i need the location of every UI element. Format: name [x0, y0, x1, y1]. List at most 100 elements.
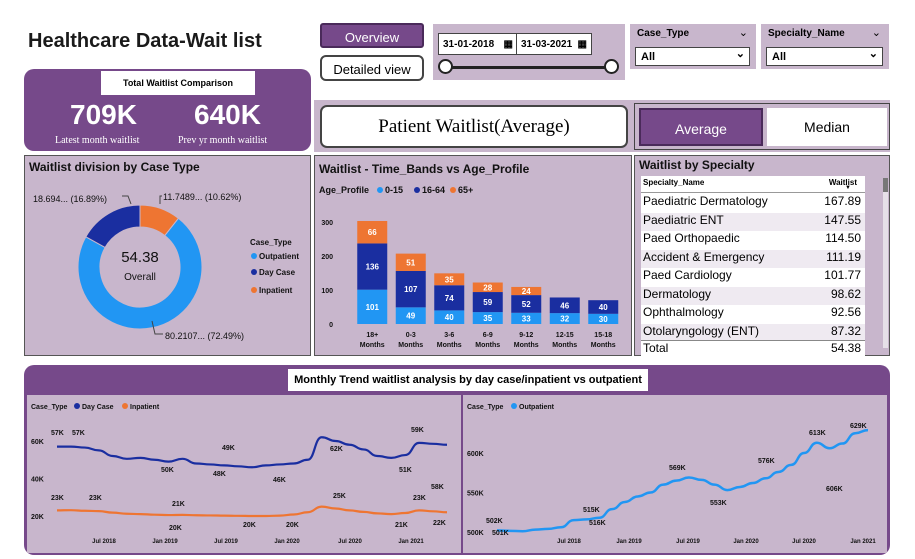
- calendar-icon[interactable]: ▦: [504, 34, 513, 56]
- legend-daycase: Day Case: [259, 268, 296, 277]
- x-tick: Jul 2020: [338, 539, 362, 545]
- donut-legend-title: Case_Type: [250, 238, 292, 247]
- legend-dot-0-15: [377, 187, 383, 193]
- average-button[interactable]: Average: [639, 108, 763, 146]
- kpi-card: Total Waitlist Comparison 709K Latest mo…: [24, 69, 311, 151]
- kpi-title: Total Waitlist Comparison: [101, 71, 255, 95]
- donut-center-label: Overall: [124, 272, 156, 283]
- table-row[interactable]: Dermatology 98.62: [641, 286, 865, 305]
- stat-toggle: Average Median: [634, 103, 890, 150]
- col-header-name[interactable]: Specialty_Name: [643, 178, 704, 187]
- chevron-down-icon[interactable]: ⌄: [872, 26, 881, 39]
- x-tick: Months: [552, 342, 577, 349]
- table-row[interactable]: Otolaryngology (ENT) 87.32: [641, 323, 865, 340]
- data-label: 23K: [413, 495, 426, 502]
- bar-data-label: 136: [366, 263, 380, 272]
- x-tick: Jul 2018: [92, 539, 116, 545]
- data-label: 49K: [222, 445, 235, 452]
- y-tick: 20K: [31, 514, 44, 521]
- bar-data-label: 52: [522, 300, 531, 309]
- case-type-label: Case_Type: [637, 28, 690, 39]
- table-row[interactable]: Paed Orthopaedic 114.50: [641, 231, 865, 249]
- bar-svg: Age_Profile 0-15 16-64 65+ 0 100 200 300 10…: [319, 185, 619, 349]
- x-tick: Jul 2020: [792, 539, 816, 545]
- legend-16-64: 16-64: [422, 185, 445, 195]
- data-label: 58K: [431, 484, 444, 491]
- donut-label-outpatient: 80.2107... (72.49%): [165, 331, 244, 341]
- x-tick: Jan 2019: [152, 539, 178, 545]
- row-value: 147.55: [824, 212, 861, 227]
- median-button[interactable]: Median: [767, 108, 887, 146]
- specialty-title: Waitlist by Specialty: [639, 158, 755, 172]
- data-label: 51K: [399, 467, 412, 474]
- trend-left-svg: Case_Type Day Case Inpatient 20K 40K 60K 57…: [31, 403, 448, 545]
- bar-data-label: 33: [522, 314, 531, 323]
- x-tick: 18+: [366, 332, 378, 339]
- latest-label: Latest month waitlist: [55, 135, 140, 146]
- end-date-input[interactable]: 31-03-2021 ▦: [516, 33, 592, 55]
- table-row[interactable]: Paediatric Dermatology 167.89: [641, 194, 865, 212]
- case-type-slicer: Case_Type ⌄ All ⌄: [630, 24, 756, 69]
- data-label: 516K: [589, 520, 606, 527]
- legend-dot-65-plus: [450, 187, 456, 193]
- x-tick: 6-9: [483, 332, 493, 339]
- inpatient-line[interactable]: [56, 505, 448, 518]
- y-tick: 300: [321, 220, 333, 227]
- bar-data-label: 51: [406, 258, 415, 267]
- end-date-handle[interactable]: [604, 59, 619, 74]
- scrollbar-track[interactable]: [883, 178, 888, 348]
- table-row[interactable]: Accident & Emergency 111.19: [641, 249, 865, 268]
- table-row[interactable]: Ophthalmology 92.56: [641, 305, 865, 323]
- y-tick: 0: [329, 322, 333, 329]
- date-range-track: [447, 66, 613, 69]
- table-row[interactable]: Paediatric ENT 147.55: [641, 212, 865, 231]
- table-row[interactable]: Paed Cardiology 101.77: [641, 268, 865, 286]
- row-name: Accident & Emergency: [643, 249, 765, 264]
- donut-slice-day-case[interactable]: [85, 204, 141, 249]
- specialty-dropdown[interactable]: All ⌄: [766, 47, 883, 66]
- data-label: 22K: [433, 520, 446, 527]
- row-value: 98.62: [830, 286, 861, 301]
- data-label: 23K: [89, 495, 102, 502]
- legend-dot-inpatient: [122, 403, 128, 409]
- data-label: 23K: [51, 495, 64, 502]
- detailed-view-button[interactable]: Detailed view: [320, 55, 424, 81]
- x-tick: 9-12: [519, 332, 533, 339]
- specialty-label: Specialty_Name: [768, 28, 845, 39]
- legend-inpatient: Inpatient: [259, 286, 293, 295]
- row-name: Paediatric ENT: [643, 212, 724, 227]
- x-tick: Jul 2018: [557, 539, 581, 545]
- col-header-value[interactable]: Waitlist: [829, 178, 857, 187]
- specialty-table: Specialty_Name Waitlist ▼ Paediatric Der…: [641, 176, 865, 359]
- specialty-slicer: Specialty_Name ⌄ All ⌄: [761, 24, 889, 69]
- overview-button[interactable]: Overview: [320, 23, 424, 48]
- row-value: 114.50: [825, 231, 861, 245]
- sort-desc-icon: ▼: [845, 185, 851, 191]
- chevron-down-icon[interactable]: ⌄: [739, 26, 748, 39]
- data-label: 576K: [758, 458, 775, 465]
- data-label: 501K: [492, 530, 509, 537]
- start-date-input[interactable]: 31-01-2018 ▦: [438, 33, 518, 55]
- total-label: Total: [643, 341, 669, 355]
- bar-data-label: 32: [560, 315, 569, 324]
- donut-center-value: 54.38: [121, 249, 159, 266]
- bar-data-label: 40: [445, 313, 454, 322]
- trend-visual: Monthly Trend waitlist analysis by day c…: [24, 365, 890, 555]
- data-label: 59K: [411, 427, 424, 434]
- leader-line: [159, 195, 162, 204]
- specialty-visual: Waitlist by Specialty Specialty_Name Wai…: [634, 155, 890, 359]
- data-label: 21K: [395, 522, 408, 529]
- case-type-dropdown[interactable]: All ⌄: [635, 47, 750, 66]
- x-tick: 15-18: [594, 332, 612, 339]
- x-tick: Months: [475, 342, 500, 349]
- outpatient-line[interactable]: [496, 428, 869, 533]
- start-date-handle[interactable]: [438, 59, 453, 74]
- data-label: 46K: [273, 477, 286, 484]
- trend-right-svg: Case_Type Outpatient 500K 550K 600K 502K 501…: [467, 403, 876, 545]
- trend-title: Monthly Trend waitlist analysis by day c…: [288, 369, 648, 391]
- x-tick: Jan 2019: [616, 539, 642, 545]
- scrollbar-thumb[interactable]: [883, 178, 888, 192]
- bar-data-label: 101: [366, 303, 380, 312]
- calendar-icon[interactable]: ▦: [578, 34, 587, 56]
- daycase-line[interactable]: [56, 436, 448, 469]
